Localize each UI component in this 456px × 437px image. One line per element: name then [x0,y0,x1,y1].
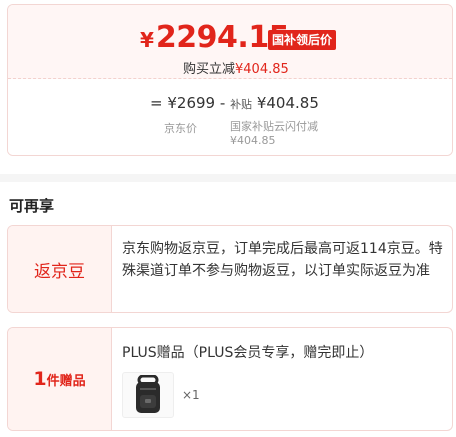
subsidy-badge: 国补领后价 [268,30,337,50]
beans-description: 京东购物返京豆，订单完成后最高可返114京豆。特殊渠道订单不参与购物返豆，以订单… [122,241,443,279]
gift-quantity: ×1 [182,388,200,402]
currency-symbol: ¥ [140,28,154,52]
price-breakdown: = ¥2699 - 补贴 ¥404.85 京东价 国家补贴云闪付减 ¥404.8… [8,79,452,155]
section-title: 可再享 [9,197,55,215]
gift-thumbnail[interactable] [122,372,174,418]
reduce-line: 购买立减¥404.85 [183,58,289,77]
subsidy-caption: 国家补贴云闪付减 ¥404.85 [230,120,350,148]
subsidy-value: ¥404.85 [256,94,319,112]
gift-benefit-card[interactable]: 1件赠品 PLUS赠品（PLUS会员专享，赠完即止） ×1 [7,327,453,431]
price-card: ¥ 2294.15 国补领后价 购买立减¥404.85 = ¥2699 - 补贴… [7,4,453,156]
beans-label-panel: 返京豆 [8,226,112,312]
beans-label: 返京豆 [34,261,85,282]
beans-benefit-card[interactable]: 返京豆 京东购物返京豆，订单完成后最高可返114京豆。特殊渠道订单不参与购物返豆… [7,225,453,313]
section-divider [0,174,456,182]
subsidy-label: 补贴 [230,98,253,111]
gift-count-label: 1件赠品 [33,368,85,390]
jd-price-caption: 京东价 [164,122,197,135]
reduce-prefix: 购买立减 [183,62,236,77]
gift-label-panel: 1件赠品 [8,328,112,430]
backpack-icon [136,375,160,413]
final-price: ¥ 2294.15 [140,20,290,55]
gift-count: 1 [33,368,47,390]
price-header: ¥ 2294.15 国补领后价 购买立减¥404.85 [8,5,452,79]
equals-sign: = [150,94,163,112]
gift-label: 件赠品 [46,374,86,389]
plus-gift-title: PLUS赠品（PLUS会员专享，赠完即止） [122,345,374,361]
price-formula: = ¥2699 - 补贴 ¥404.85 [150,94,319,112]
subsidy-caption-text: 国家补贴云闪付减 [230,120,318,133]
subsidy-caption-value: ¥404.85 [230,134,276,147]
jd-price: ¥2699 [167,94,216,112]
minus-sign: - [219,94,226,112]
reduce-value: ¥404.85 [235,62,289,77]
